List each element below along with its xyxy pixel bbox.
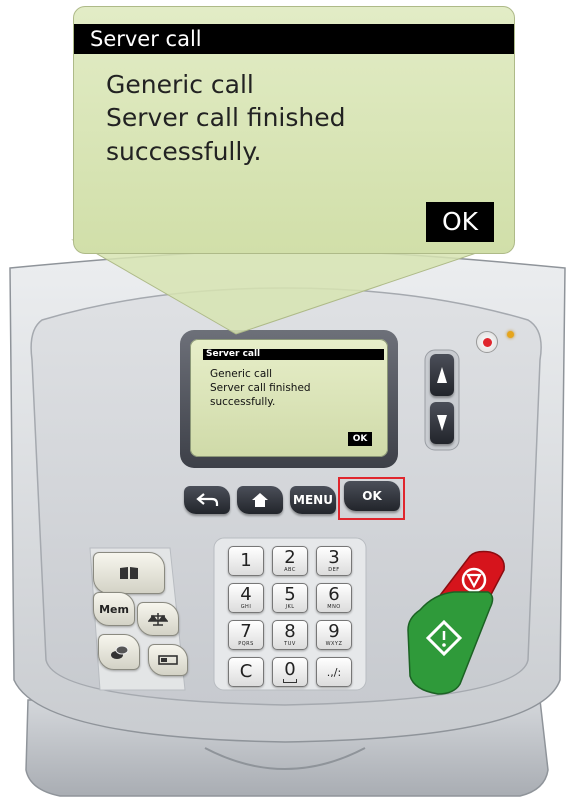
key-8-digit: 8 [284,621,296,642]
up-arrow-icon [437,367,447,383]
ok-button-highlight [338,477,405,520]
back-button[interactable] [184,486,230,514]
key-4-digit: 4 [240,584,252,605]
lcd-line-3: successfully. [210,396,276,408]
accounts-button[interactable] [98,634,140,670]
key-punctuation-label: .,/: [326,665,342,679]
status-led [507,331,514,338]
key-1[interactable]: 1 [228,546,264,576]
key-9[interactable]: 9 WXYZ [316,620,352,650]
callout-line-3: successfully. [106,137,262,166]
key-clear[interactable]: C [228,657,264,687]
key-5-letters: JKL [285,604,295,610]
key-6-letters: MNO [327,604,341,610]
key-6[interactable]: 6 MNO [316,583,352,613]
key-8-letters: TUV [284,641,296,647]
key-3-digit: 3 [328,547,340,568]
zoomed-screen-callout: Server call Generic call Server call fin… [73,6,515,254]
key-4[interactable]: 4 GHI [228,583,264,613]
key-9-letters: WXYZ [325,641,343,647]
key-7-digit: 7 [240,621,252,642]
lcd-ok-softkey: OK [348,432,372,446]
down-arrow-icon [437,415,447,431]
tape-button[interactable] [148,644,188,676]
menu-button[interactable]: MENU [290,486,336,514]
device-lcd-screen: Server call Generic call Server call fin… [190,339,388,457]
key-5-digit: 5 [284,584,296,605]
callout-line-1: Generic call [106,70,254,99]
scroll-down-button[interactable] [430,402,454,444]
back-arrow-icon [196,493,219,506]
key-7-letters: PQRS [238,641,254,647]
start-button[interactable] [404,588,494,698]
key-0[interactable]: 0 [272,657,308,687]
callout-line-2: Server call finished [106,103,346,132]
book-icon [120,567,138,579]
tape-icon [158,655,178,665]
book-function-button[interactable] [93,552,165,594]
home-icon [252,493,268,507]
callout-ok-softkey: OK [426,202,494,242]
scale-button[interactable] [137,602,179,636]
key-1-digit: 1 [240,550,252,571]
key-3-letters: DEF [328,567,340,573]
key-5[interactable]: 5 JKL [272,583,308,613]
mem-button-label: Mem [99,602,129,616]
lcd-title: Server call [203,349,384,360]
franking-machine-help-view: Server call Generic call Server call fin… [0,0,570,808]
home-button[interactable] [237,486,283,514]
lcd-line-2: Server call finished [210,382,311,394]
key-7[interactable]: 7 PQRS [228,620,264,650]
space-icon [283,679,297,683]
coins-icon [111,645,129,659]
power-icon [482,337,492,347]
scroll-up-button[interactable] [430,354,454,396]
key-6-digit: 6 [328,584,340,605]
key-8[interactable]: 8 TUV [272,620,308,650]
key-2[interactable]: 2 ABC [272,546,308,576]
key-punctuation[interactable]: .,/: [316,657,352,687]
mem-button[interactable]: Mem [93,592,135,626]
power-button[interactable] [476,331,498,353]
key-clear-label: C [239,661,253,682]
callout-title: Server call [74,24,514,54]
scale-icon [148,613,168,626]
key-9-digit: 9 [328,621,340,642]
key-4-letters: GHI [240,604,252,610]
lcd-line-1: Generic call [210,368,273,380]
key-2-digit: 2 [284,547,296,568]
key-0-digit: 0 [284,659,296,680]
key-3[interactable]: 3 DEF [316,546,352,576]
key-2-letters: ABC [284,567,296,573]
menu-button-label: MENU [293,493,333,507]
